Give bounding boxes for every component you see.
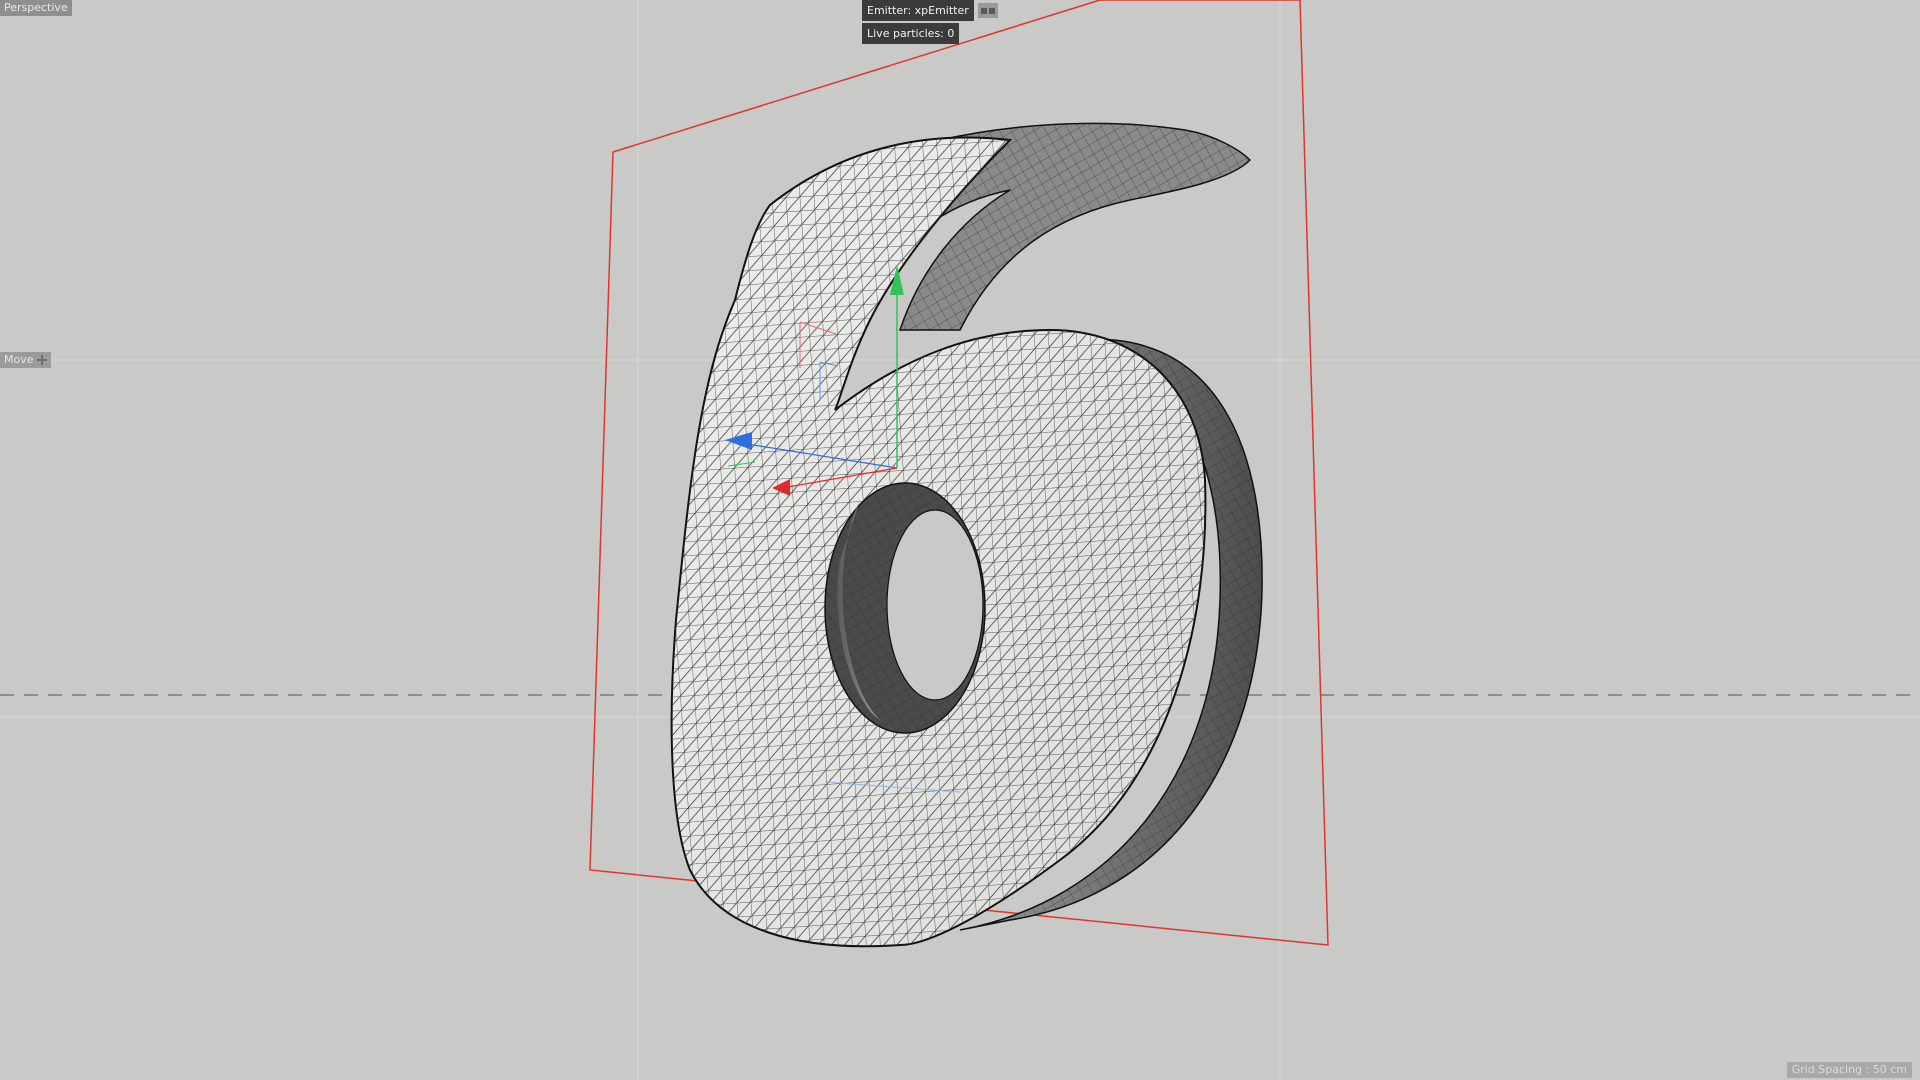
grid-spacing-readout: Grid Spacing : 50 cm — [1786, 1062, 1912, 1078]
tool-name: Move — [4, 353, 34, 366]
camera-label[interactable]: Perspective — [0, 0, 72, 16]
digit-six-mesh[interactable] — [670, 122, 1263, 948]
active-tool-label[interactable]: Move — [0, 352, 51, 368]
particle-hud: Emitter: xpEmitter Live particles: 0 — [862, 0, 998, 46]
hud-options-icon[interactable] — [977, 3, 998, 18]
emitter-name: Emitter: xpEmitter — [862, 0, 974, 21]
move-cross-icon — [36, 355, 47, 365]
live-particles-count: Live particles: 0 — [862, 23, 960, 44]
3d-viewport[interactable]: Perspective Emitter: xpEmitter Live part… — [0, 0, 1920, 1080]
emitter-row: Emitter: xpEmitter — [862, 0, 998, 21]
viewport-canvas[interactable] — [0, 0, 1920, 1080]
